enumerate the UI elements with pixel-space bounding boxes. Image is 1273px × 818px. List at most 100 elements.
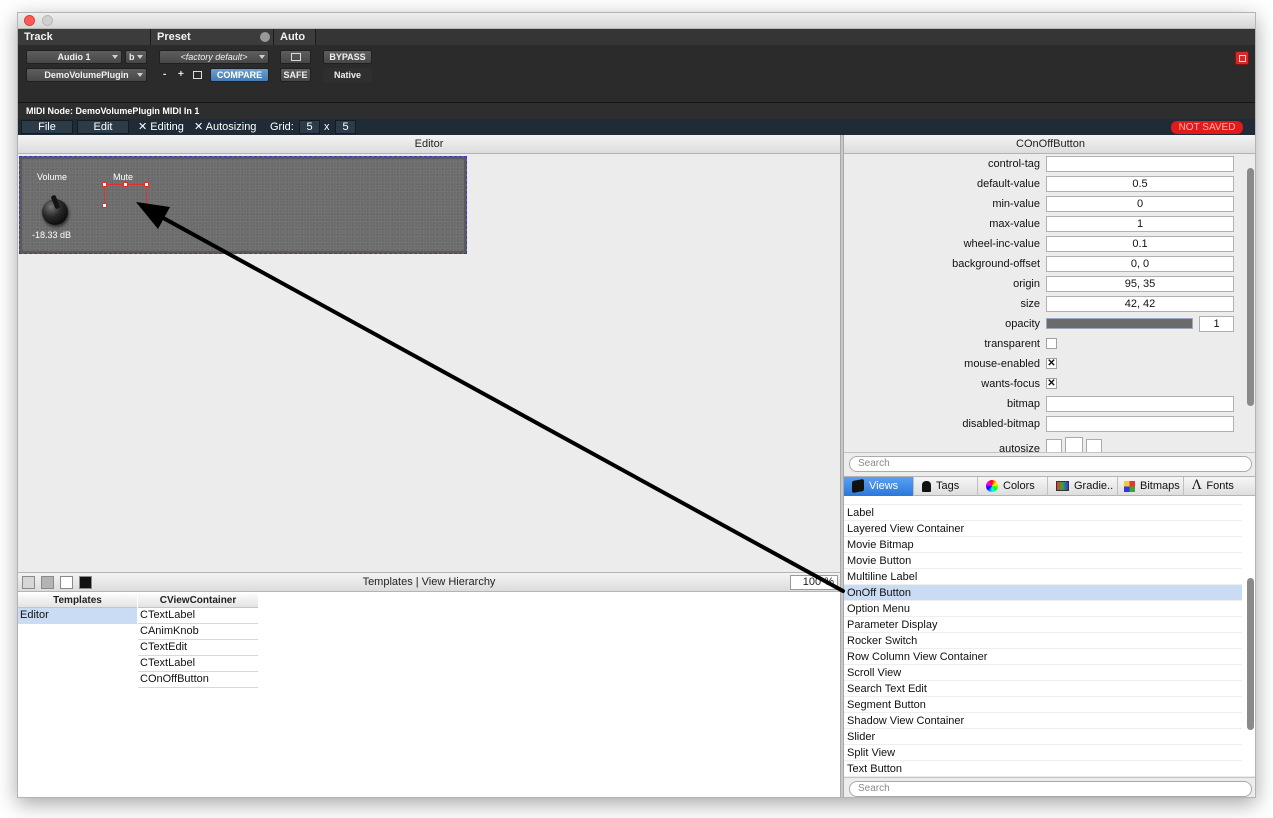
list-item[interactable]: Movie Button [844, 553, 1242, 569]
hierarchy-item[interactable]: CAnimKnob [138, 624, 258, 640]
list-item[interactable]: Parameter Display [844, 617, 1242, 633]
resize-handle-left[interactable] [102, 203, 107, 208]
volume-value-label: -18.33 dB [32, 230, 72, 240]
max-value-field[interactable]: 1 [1046, 216, 1234, 232]
list-item[interactable]: Split View [844, 745, 1242, 761]
minimize-window-button[interactable] [42, 15, 53, 26]
bg-swatch-black[interactable] [79, 576, 92, 589]
track-variant-selector[interactable]: b [125, 50, 147, 64]
auto-window-button[interactable] [280, 50, 311, 64]
font-icon: Λ [1192, 478, 1202, 494]
list-item-partial [844, 496, 1242, 505]
default-value-field[interactable]: 0.5 [1046, 176, 1234, 192]
editing-checkbox[interactable]: ✕ Editing [138, 119, 184, 135]
properties-search-input[interactable]: Search [849, 456, 1252, 472]
midi-node-label: MIDI Node: DemoVolumePlugin MIDI In 1 [18, 102, 1255, 119]
grid-y-field[interactable]: 5 [335, 120, 356, 134]
copy-settings-icon[interactable] [193, 71, 202, 79]
edit-menu-button[interactable]: Edit [77, 120, 129, 134]
safe-button[interactable]: SAFE [280, 68, 311, 82]
tab-colors[interactable]: Colors [978, 477, 1048, 496]
list-item[interactable]: Scroll View [844, 665, 1242, 681]
views-list-scrollbar[interactable] [1247, 578, 1254, 730]
preset-next-button[interactable]: + [178, 68, 184, 82]
list-item-selected[interactable]: OnOff Button [844, 585, 1242, 601]
prop-label: wheel-inc-value [963, 238, 1040, 250]
resize-handle-top-left[interactable] [102, 182, 107, 187]
properties-panel: control-tag default-value 0.5 min-value 0 … [844, 154, 1255, 452]
mouse-enabled-checkbox[interactable]: ✕ [1046, 358, 1057, 369]
list-item[interactable]: Option Menu [844, 601, 1242, 617]
grid-times-label: x [324, 121, 330, 133]
list-item[interactable]: Movie Bitmap [844, 537, 1242, 553]
hierarchy-item[interactable]: CTextLabel [138, 656, 258, 672]
views-search-input[interactable]: Search [849, 781, 1252, 797]
tab-views[interactable]: Views [844, 477, 914, 496]
opacity-field[interactable]: 1 [1199, 316, 1234, 332]
list-item[interactable]: Segment Button [844, 697, 1242, 713]
disabled-bitmap-field[interactable] [1046, 416, 1234, 432]
preset-selector[interactable]: <factory default> [159, 50, 269, 64]
size-field[interactable]: 42, 42 [1046, 296, 1234, 312]
plugin-view[interactable]: Volume Mute -18.33 dB [19, 156, 467, 254]
mute-button-selection[interactable] [104, 184, 147, 207]
resize-handle-top[interactable] [123, 182, 128, 187]
autosize-top-icon[interactable] [1065, 437, 1083, 452]
window-icon [291, 53, 301, 61]
close-window-button[interactable] [24, 15, 35, 26]
zoom-field[interactable]: 100 % [790, 575, 838, 590]
plugin-selector[interactable]: DemoVolumePlugin [26, 68, 147, 82]
opacity-slider[interactable] [1046, 318, 1193, 329]
bitmap-field[interactable] [1046, 396, 1234, 412]
grid-x-field[interactable]: 5 [299, 120, 320, 134]
list-item[interactable]: Text Button [844, 761, 1242, 776]
transparent-checkbox[interactable] [1046, 338, 1057, 349]
chevron-down-icon [137, 73, 143, 77]
list-item[interactable]: Rocker Switch [844, 633, 1242, 649]
list-item[interactable]: Slider [844, 729, 1242, 745]
compare-button[interactable]: COMPARE [210, 68, 269, 82]
preset-menu-icon[interactable] [260, 32, 270, 42]
bypass-button[interactable]: BYPASS [323, 50, 372, 64]
bg-swatch-white[interactable] [60, 576, 73, 589]
container-column-header: CViewContainer [138, 594, 258, 608]
autosizing-checkbox[interactable]: ✕ Autosizing [194, 119, 256, 135]
tab-gradients[interactable]: Gradie.. [1048, 477, 1118, 496]
track-selector[interactable]: Audio 1 [26, 50, 122, 64]
prop-row-wheel-inc-value: wheel-inc-value 0.1 [844, 234, 1244, 254]
list-item[interactable]: Search Text Edit [844, 681, 1242, 697]
autosize-left-icon[interactable] [1046, 439, 1062, 452]
views-search-bar: Search [844, 777, 1255, 797]
bg-swatch-light-gray[interactable] [22, 576, 35, 589]
wheel-inc-value-field[interactable]: 0.1 [1046, 236, 1234, 252]
autosize-right-icon[interactable] [1086, 439, 1102, 452]
background-offset-field[interactable]: 0, 0 [1046, 256, 1234, 272]
tab-fonts[interactable]: Λ Fonts [1184, 477, 1255, 496]
template-item-editor[interactable]: Editor [18, 608, 137, 624]
list-item[interactable]: Row Column View Container [844, 649, 1242, 665]
tab-tags[interactable]: Tags [914, 477, 978, 496]
chevron-down-icon [112, 55, 118, 59]
native-indicator: Native [323, 68, 372, 82]
hierarchy-item[interactable]: CTextLabel [138, 608, 258, 624]
list-item[interactable]: Shadow View Container [844, 713, 1242, 729]
min-value-field[interactable]: 0 [1046, 196, 1234, 212]
control-tag-field[interactable] [1046, 156, 1234, 172]
properties-scrollbar[interactable] [1247, 168, 1254, 406]
hierarchy-item[interactable]: COnOffButton [138, 672, 258, 688]
list-item[interactable]: Layered View Container [844, 521, 1242, 537]
preset-prev-button[interactable]: - [163, 68, 166, 82]
resize-handle-top-right[interactable] [144, 182, 149, 187]
bg-swatch-gray[interactable] [41, 576, 54, 589]
wants-focus-checkbox[interactable]: ✕ [1046, 378, 1057, 389]
volume-knob[interactable] [42, 194, 68, 225]
list-item[interactable]: Label [844, 505, 1242, 521]
hierarchy-item[interactable]: CTextEdit [138, 640, 258, 656]
origin-field[interactable]: 95, 35 [1046, 276, 1234, 292]
file-menu-button[interactable]: File [21, 120, 73, 134]
target-icon[interactable] [1235, 51, 1249, 65]
editor-canvas[interactable]: Volume Mute -18.33 dB [18, 154, 840, 572]
resize-handle-right[interactable] [144, 203, 149, 208]
list-item[interactable]: Multiline Label [844, 569, 1242, 585]
tab-bitmaps[interactable]: Bitmaps [1118, 477, 1184, 496]
